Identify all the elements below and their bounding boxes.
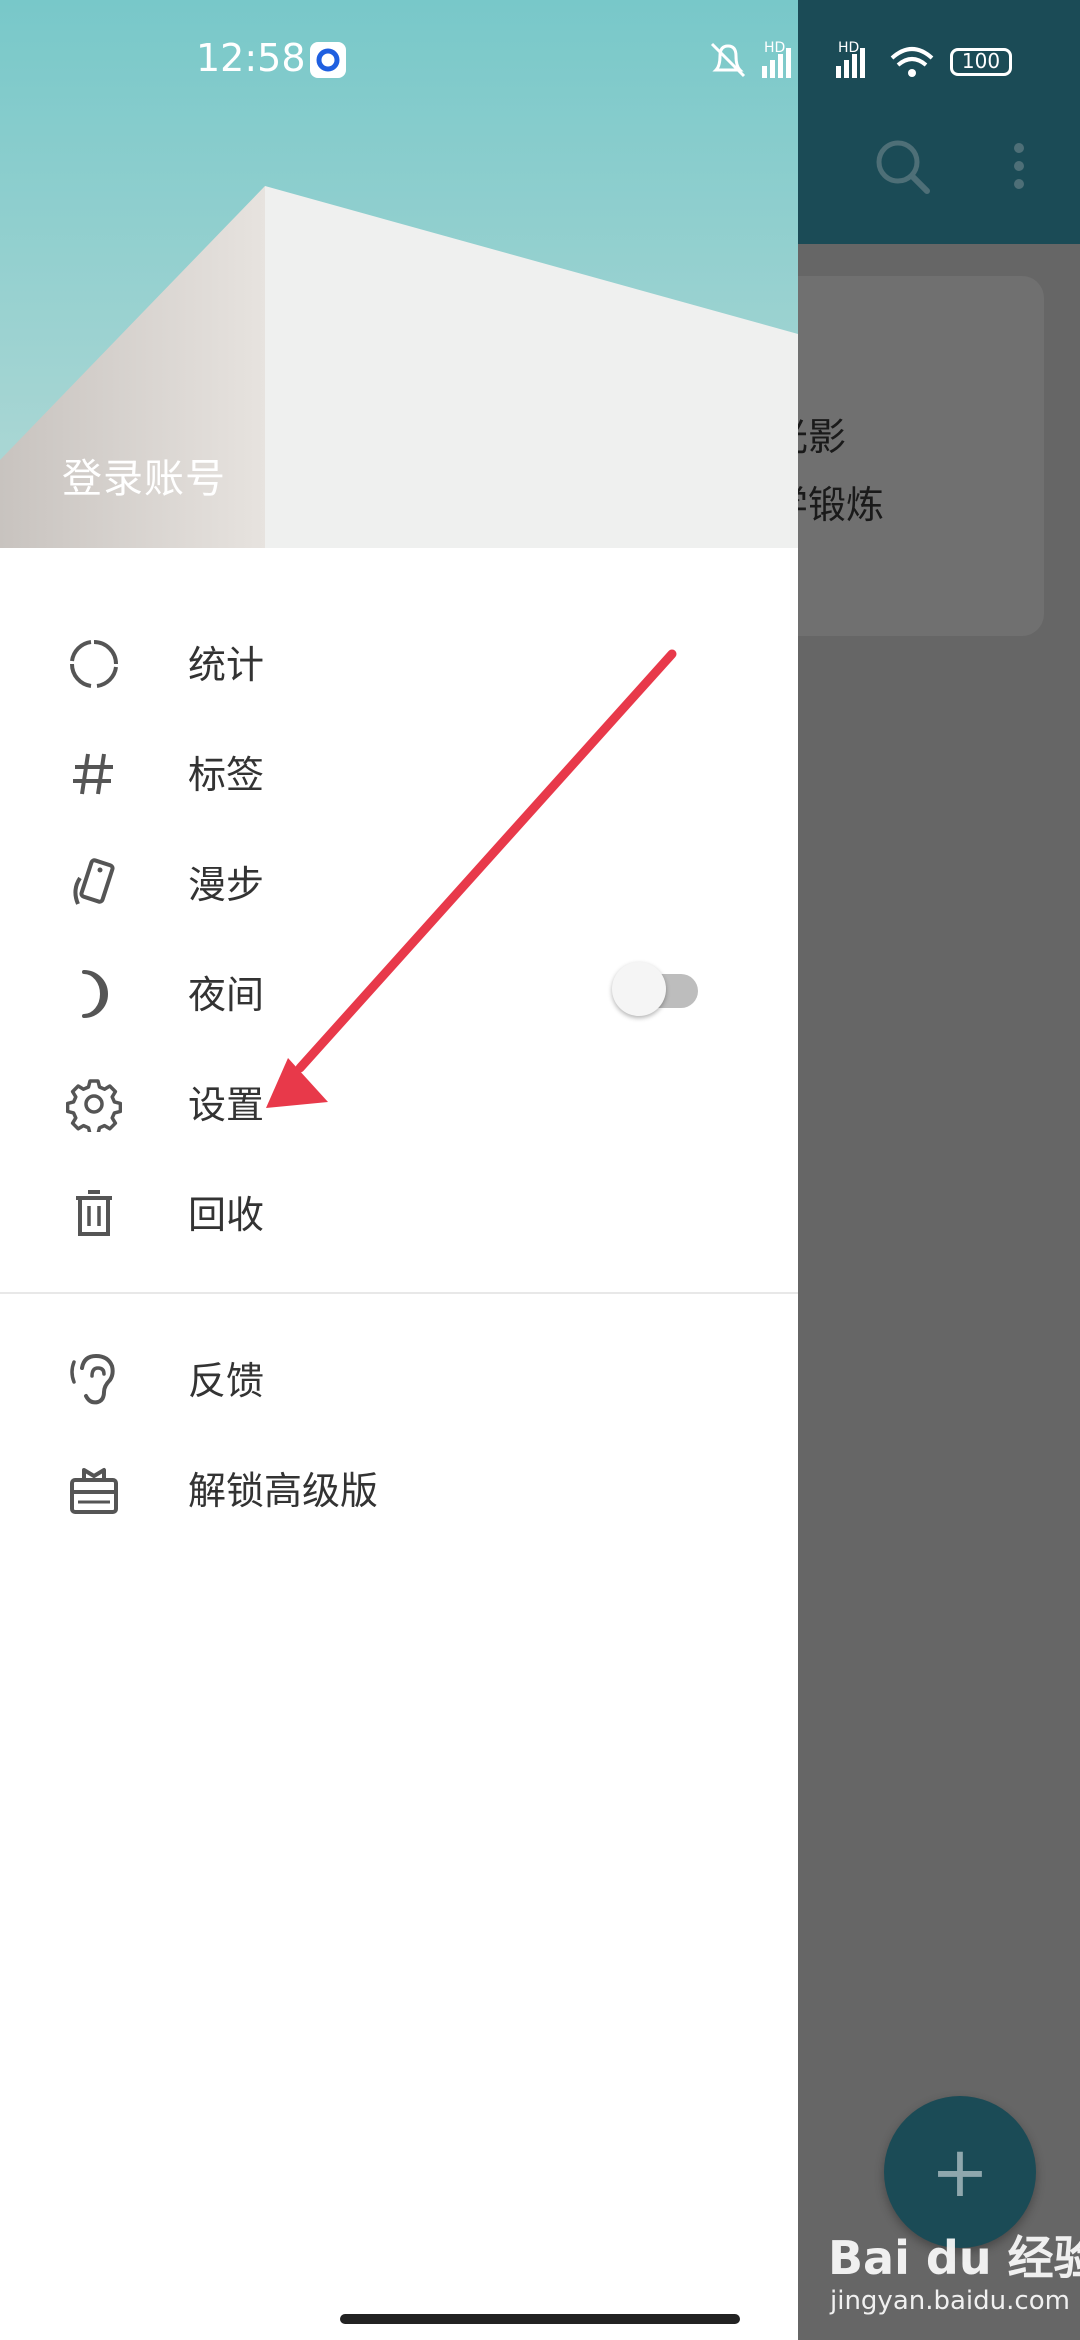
menu-item-feedback[interactable]: 反馈 (0, 1326, 798, 1426)
gesture-navigation-bar[interactable] (340, 2314, 740, 2324)
hashtag-icon (73, 753, 113, 795)
moon-icon (82, 970, 108, 1018)
navigation-drawer: 登录账号 统计 标签 漫步 夜间 设置 回收 反馈 解锁高级版 (0, 0, 798, 2340)
gear-icon (66, 1079, 122, 1132)
menu-item-trash[interactable]: 回收 (0, 1160, 798, 1260)
menu-divider (0, 1292, 798, 1294)
search-icon[interactable] (872, 136, 932, 196)
menu-item-statistics[interactable]: 统计 (0, 610, 798, 710)
more-options-icon[interactable] (1004, 140, 1034, 200)
network-type-label: HD (764, 40, 786, 56)
watermark-url: jingyan.baidu.com (830, 2286, 1070, 2316)
menu-item-tags[interactable]: 标签 (0, 720, 798, 820)
toggle-thumb (612, 962, 666, 1016)
trash-icon (76, 1190, 112, 1236)
menu-label: 标签 (188, 753, 265, 797)
ear-icon (70, 1353, 115, 1405)
stats-ring-icon (69, 640, 118, 688)
mute-bell-icon (710, 42, 746, 78)
menu-label: 漫步 (188, 863, 265, 907)
battery-icon: 100 (950, 48, 1012, 76)
menu-item-unlock-premium[interactable]: 解锁高级版 (0, 1436, 798, 1536)
night-mode-toggle[interactable] (612, 962, 702, 1018)
menu-label: 回收 (188, 1193, 265, 1237)
battery-level: 100 (961, 49, 1001, 73)
wander-card-icon (73, 858, 115, 905)
menu-item-settings[interactable]: 设置 (0, 1050, 798, 1150)
menu-item-wander[interactable]: 漫步 (0, 830, 798, 930)
drawer-header[interactable]: 登录账号 (0, 0, 798, 548)
gift-icon (70, 1468, 118, 1514)
menu-label: 解锁高级版 (188, 1469, 379, 1513)
network-type-label: HD (838, 40, 860, 56)
menu-label: 夜间 (188, 973, 265, 1017)
status-time: 12:58 (196, 36, 306, 80)
login-account-link[interactable]: 登录账号 (62, 446, 226, 504)
wifi-icon (890, 47, 934, 77)
menu-label: 设置 (188, 1083, 265, 1127)
notification-app-icon (310, 42, 346, 78)
menu-label: 反馈 (188, 1359, 265, 1403)
baidu-jingyan-watermark: Bai du 经验 (828, 2231, 1080, 2285)
menu-label: 统计 (188, 643, 265, 687)
